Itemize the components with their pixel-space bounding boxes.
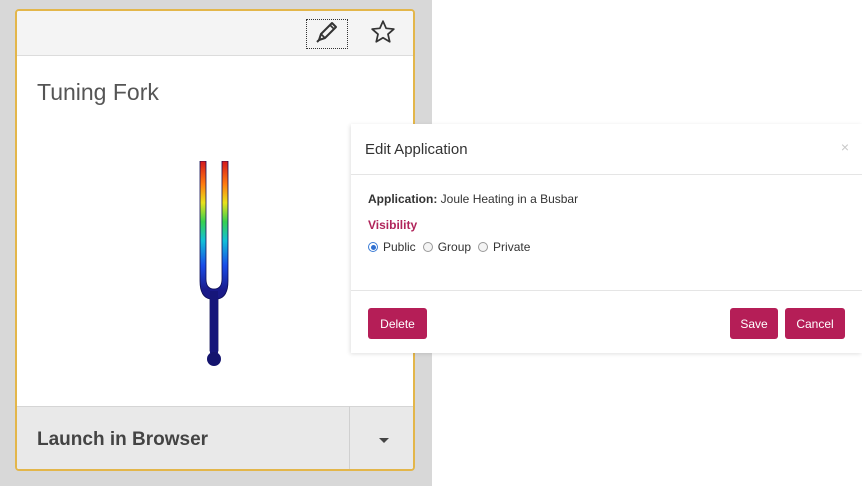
edit-button[interactable] xyxy=(306,19,348,49)
radio-public[interactable] xyxy=(368,242,378,252)
radio-label-private: Private xyxy=(493,240,531,254)
radio-group[interactable] xyxy=(422,242,433,252)
save-button[interactable]: Save xyxy=(730,308,778,339)
visibility-radio-group: Public Group Private xyxy=(368,240,845,254)
favorite-button[interactable] xyxy=(362,19,404,49)
card-title: Tuning Fork xyxy=(37,79,159,105)
radio-label-public: Public xyxy=(383,240,416,254)
launch-in-browser-button[interactable]: Launch in Browser xyxy=(17,406,349,469)
visibility-option-public[interactable]: Public xyxy=(368,240,416,254)
pencil-icon xyxy=(314,21,340,48)
visibility-option-private[interactable]: Private xyxy=(478,240,530,254)
dialog-title: Edit Application xyxy=(365,141,468,158)
dialog-header: Edit Application × xyxy=(351,124,862,175)
visibility-option-group[interactable]: Group xyxy=(422,240,472,254)
application-name: Joule Heating in a Busbar xyxy=(440,192,579,206)
dialog-body: Application: Joule Heating in a Busbar V… xyxy=(368,192,845,254)
application-label: Application: xyxy=(368,192,438,206)
application-info: Application: Joule Heating in a Busbar xyxy=(368,192,845,206)
card-toolbar xyxy=(17,11,413,56)
radio-private[interactable] xyxy=(478,242,489,252)
close-icon[interactable]: × xyxy=(841,139,849,155)
star-icon xyxy=(370,19,396,50)
cancel-button[interactable]: Cancel xyxy=(785,308,845,339)
launch-options-dropdown[interactable] xyxy=(349,406,413,469)
radio-label-group: Group xyxy=(437,240,472,254)
caret-down-icon xyxy=(378,437,389,443)
visibility-label: Visibility xyxy=(368,218,418,232)
delete-button[interactable]: Delete xyxy=(368,308,427,339)
dialog-footer: Delete Save Cancel xyxy=(351,290,862,354)
edit-application-dialog: Edit Application × Application: Joule He… xyxy=(351,124,862,353)
